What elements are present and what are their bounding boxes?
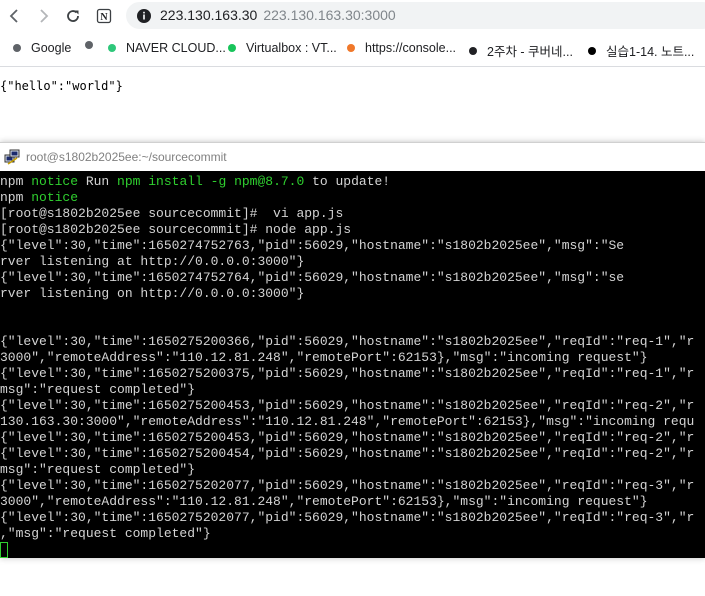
terminal-line: {"level":30,"time":1650275200454,"pid":5…	[0, 446, 694, 462]
virtualbox-favicon-icon	[228, 44, 236, 52]
terminal-output: npm notice Run npm install -g npm@8.7.0 …	[0, 174, 694, 558]
terminal-text: Run	[78, 174, 118, 189]
terminal-text: 3000","remoteAddress":"110.12.81.248","r…	[0, 350, 648, 365]
address-bar[interactable]: 223.130.163.30 223.130.163.30:3000	[126, 2, 705, 29]
terminal-line: {"level":30,"time":1650275202077,"pid":5…	[0, 478, 694, 494]
notion-favicon-icon	[588, 46, 596, 55]
google-favicon-icon	[13, 44, 21, 52]
bookmark-label: Virtualbox : VT...	[246, 41, 337, 55]
terminal-line: 3000","remoteAddress":"110.12.81.248","r…	[0, 350, 694, 366]
terminal-text: {"level":30,"time":1650275202077,"pid":5…	[0, 510, 695, 525]
console-favicon-icon	[347, 44, 355, 52]
terminal-line: {"level":30,"time":1650275200453,"pid":5…	[0, 398, 694, 414]
putty-titlebar[interactable]: root@s1802b2025ee:~/sourcecommit	[0, 142, 705, 172]
terminal-screen[interactable]: npm notice Run npm install -g npm@8.7.0 …	[0, 171, 705, 558]
bookmark-lab[interactable]: 실습1-14. 노트...	[588, 41, 694, 60]
bookmark-label: 2주차 - 쿠버네...	[487, 45, 573, 59]
terminal-text: npm install -g npm@8.7.0	[117, 174, 305, 189]
url-full: 223.130.163.30:3000	[263, 7, 396, 23]
bookmark-label: https://console...	[365, 41, 457, 55]
terminal-line: 130.163.30:3000","remoteAddress":"110.12…	[0, 414, 694, 430]
info-icon[interactable]	[136, 8, 152, 29]
bookmarks-bar: Google NAVER CLOUD... Virtualbox : VT...…	[0, 32, 705, 67]
terminal-line: {"level":30,"time":1650274752763,"pid":5…	[0, 238, 694, 254]
terminal-line: rver listening on http://0.0.0.0:3000"}	[0, 286, 694, 302]
favicon-dot-icon	[85, 41, 93, 49]
terminal-line: rver listening at http://0.0.0.0:3000"}	[0, 254, 694, 270]
putty-icon	[4, 149, 21, 171]
terminal-text: rver listening at http://0.0.0.0:3000"}	[0, 254, 305, 269]
terminal-text: {"level":30,"time":1650275200375,"pid":5…	[0, 366, 695, 381]
terminal-text: {"level":30,"time":1650274752764,"pid":5…	[0, 270, 625, 285]
terminal-cursor	[0, 542, 8, 558]
terminal-text: [root@s1802b2025ee sourcecommit]# vi app…	[0, 206, 344, 221]
terminal-text: {"level":30,"time":1650274752763,"pid":5…	[0, 238, 625, 253]
naver-cloud-favicon-icon	[108, 44, 116, 52]
back-arrow-icon[interactable]	[2, 3, 28, 29]
terminal-line: {"level":30,"time":1650275200366,"pid":5…	[0, 334, 694, 350]
notion-favicon-icon	[469, 46, 477, 55]
bookmark-label: Google	[31, 41, 72, 55]
terminal-text: msg":"request completed"}	[0, 462, 196, 477]
terminal-text: rver listening on http://0.0.0.0:3000"}	[0, 286, 305, 301]
terminal-line: {"level":30,"time":1650275200375,"pid":5…	[0, 366, 694, 382]
bookmark-label: 실습1-14. 노트...	[606, 45, 695, 59]
terminal-line: {"level":30,"time":1650275200453,"pid":5…	[0, 430, 694, 446]
terminal-text: npm	[0, 190, 32, 205]
terminal-text: {"level":30,"time":1650275202077,"pid":5…	[0, 478, 695, 493]
bookmark-google[interactable]: Google	[13, 41, 71, 55]
bookmark-unnamed[interactable]	[85, 41, 103, 49]
terminal-line: npm notice Run npm install -g npm@8.7.0 …	[0, 174, 694, 190]
terminal-text: {"level":30,"time":1650275200454,"pid":5…	[0, 446, 695, 461]
terminal-line: msg":"request completed"}	[0, 462, 694, 478]
bookmark-label: NAVER CLOUD...	[126, 41, 226, 55]
bookmark-naver-cloud[interactable]: NAVER CLOUD...	[108, 41, 226, 55]
terminal-line: {"level":30,"time":1650274752764,"pid":5…	[0, 270, 694, 286]
terminal-line: {"level":30,"time":1650275202077,"pid":5…	[0, 510, 694, 526]
terminal-line: [root@s1802b2025ee sourcecommit]# vi app…	[0, 206, 694, 222]
terminal-text: npm	[0, 174, 32, 189]
terminal-prompt-line	[0, 542, 694, 558]
terminal-text: msg":"request completed"}	[0, 382, 196, 397]
terminal-text: 130.163.30:3000","remoteAddress":"110.12…	[0, 414, 695, 429]
terminal-text: {"level":30,"time":1650275200453,"pid":5…	[0, 398, 695, 413]
terminal-line: 3000","remoteAddress":"110.12.81.248","r…	[0, 494, 694, 510]
terminal-text: notice	[31, 174, 79, 189]
json-response: {"hello":"world"}	[0, 79, 123, 93]
terminal-text: {"level":30,"time":1650275200453,"pid":5…	[0, 430, 695, 445]
browser-toolbar: N 223.130.163.30 223.130.163.30:3000	[0, 0, 705, 32]
terminal-line: npm notice	[0, 190, 694, 206]
bookmark-virtualbox[interactable]: Virtualbox : VT...	[228, 41, 337, 55]
terminal-line: [root@s1802b2025ee sourcecommit]# node a…	[0, 222, 694, 238]
terminal-text: {"level":30,"time":1650275200366,"pid":5…	[0, 334, 695, 349]
bookmark-console[interactable]: https://console...	[347, 41, 456, 55]
reload-icon[interactable]	[60, 3, 86, 29]
terminal-text: ,"msg":"request completed"}	[0, 526, 211, 541]
terminal-text: [root@s1802b2025ee sourcecommit]# node a…	[0, 222, 352, 237]
url-host: 223.130.163.30	[160, 7, 258, 23]
terminal-line: msg":"request completed"}	[0, 382, 694, 398]
svg-text:N: N	[100, 12, 108, 23]
terminal-text: 3000","remoteAddress":"110.12.81.248","r…	[0, 494, 648, 509]
notion-icon[interactable]: N	[91, 3, 117, 29]
putty-window: root@s1802b2025ee:~/sourcecommit npm not…	[0, 142, 705, 558]
url-text: 223.130.163.30 223.130.163.30:3000	[160, 7, 396, 23]
putty-title: root@s1802b2025ee:~/sourcecommit	[26, 150, 227, 164]
terminal-line: ,"msg":"request completed"}	[0, 526, 694, 542]
bookmark-week2[interactable]: 2주차 - 쿠버네...	[469, 41, 573, 60]
terminal-text: notice	[31, 190, 79, 205]
terminal-text: to update!	[304, 174, 391, 189]
forward-arrow-icon[interactable]	[30, 3, 56, 29]
